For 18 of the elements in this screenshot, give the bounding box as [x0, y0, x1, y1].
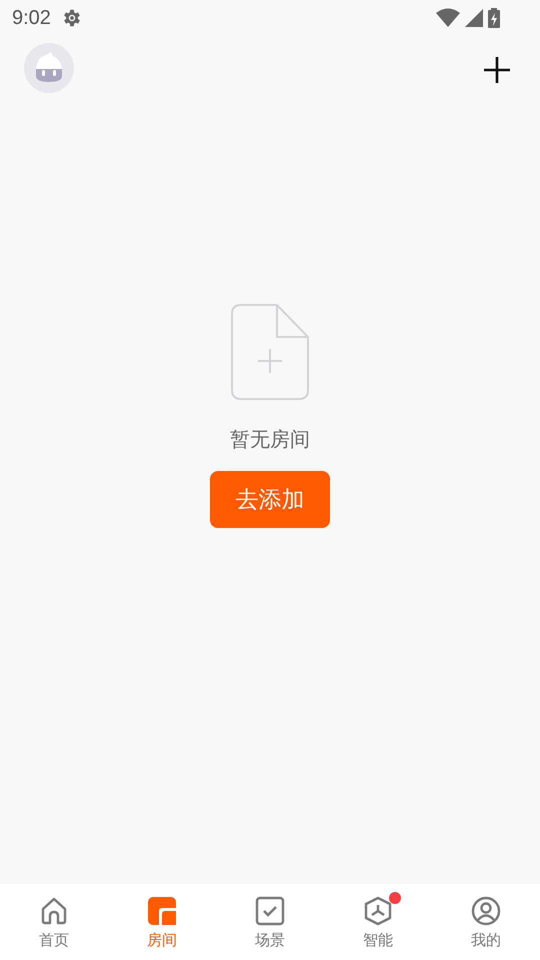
wifi-icon [436, 8, 460, 28]
battery-icon [488, 8, 500, 28]
signal-icon [464, 8, 484, 28]
tab-item[interactable]: 智能 [324, 884, 432, 960]
user-icon [471, 896, 501, 926]
empty-document-icon [231, 304, 309, 400]
tab-item[interactable]: 房间 [108, 884, 216, 960]
tab-item[interactable]: 我的 [432, 884, 540, 960]
tab-item[interactable]: 首页 [0, 884, 108, 960]
room-icon [147, 896, 177, 926]
empty-message: 暂无房间 [230, 426, 310, 453]
add-icon[interactable] [482, 55, 512, 85]
add-room-button[interactable]: 去添加 [210, 471, 330, 528]
checkbox-icon [255, 896, 285, 926]
tab-item[interactable]: 场景 [216, 884, 324, 960]
status-time: 9:02 [12, 6, 51, 30]
hexagon-icon [363, 896, 393, 926]
home-icon [39, 896, 69, 926]
